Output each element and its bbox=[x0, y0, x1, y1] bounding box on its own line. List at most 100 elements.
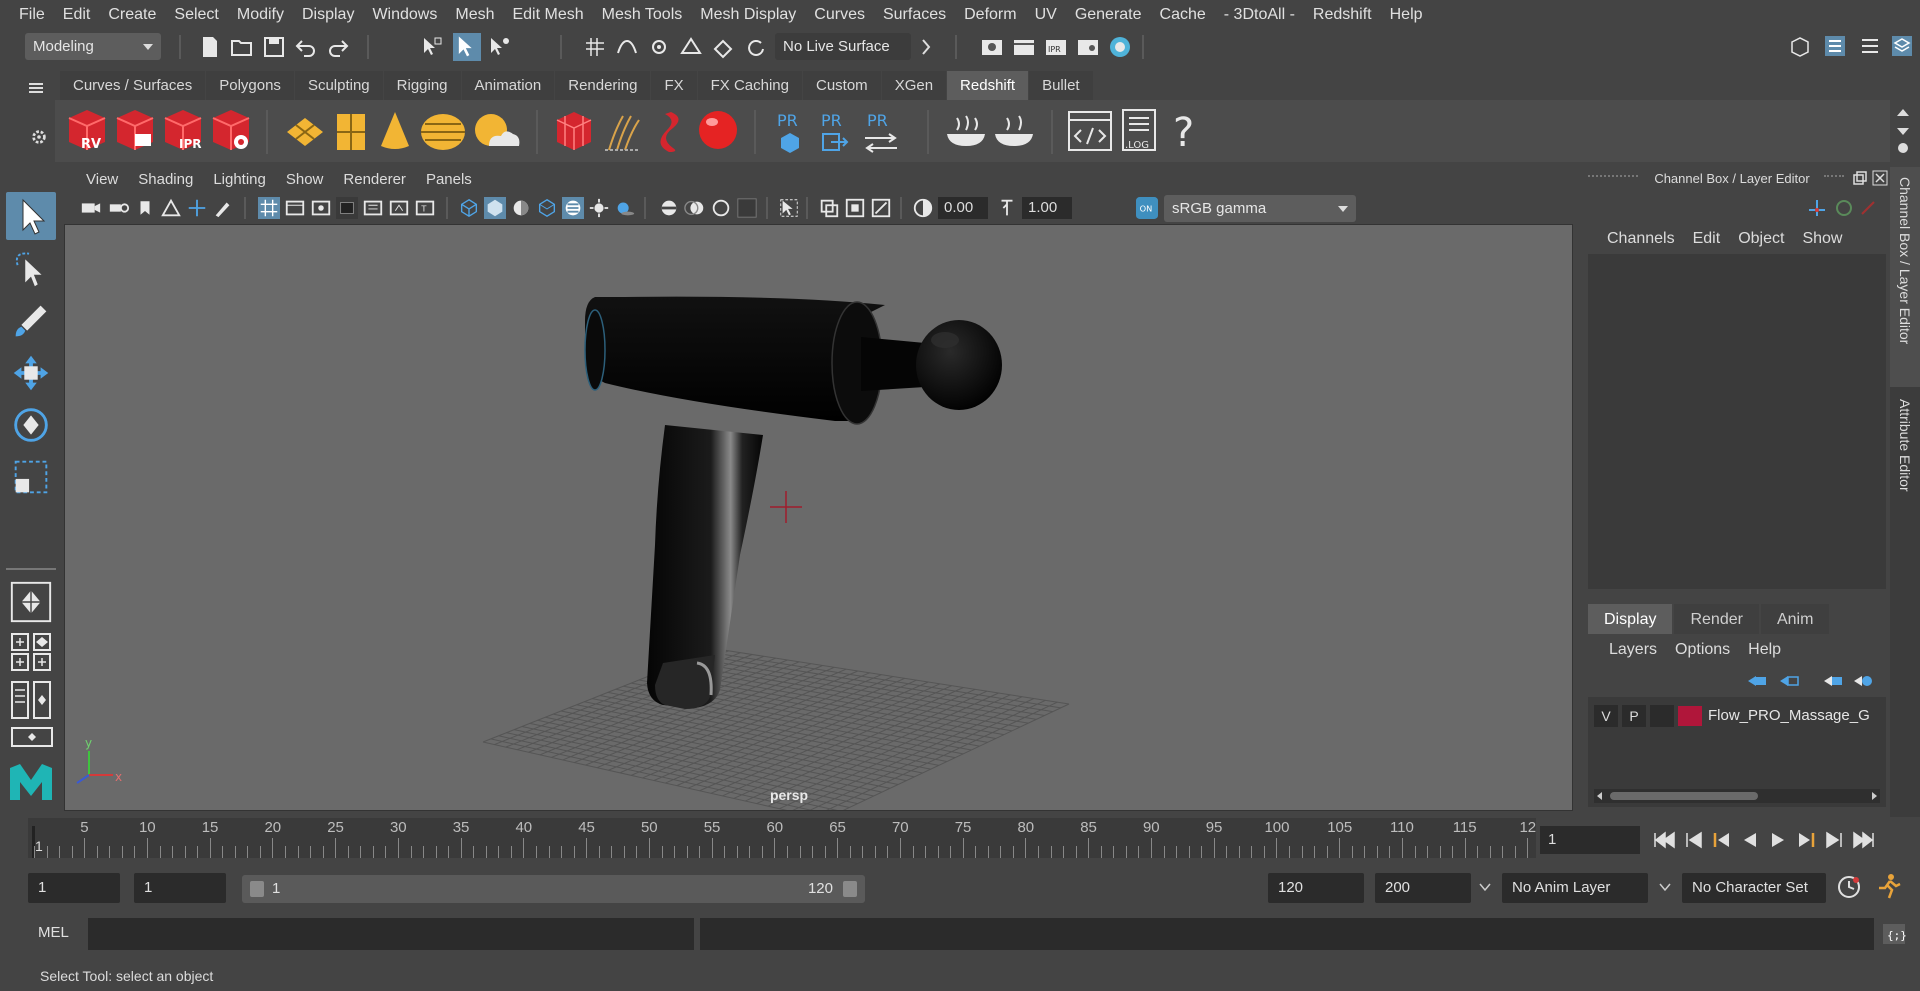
camera-attributes-icon[interactable] bbox=[108, 196, 130, 220]
chevron-right-icon[interactable] bbox=[920, 35, 932, 59]
lasso-tool-icon[interactable] bbox=[8, 246, 54, 292]
redshift-batch-render-icon[interactable] bbox=[113, 106, 157, 154]
shelf-settings-button[interactable] bbox=[30, 128, 48, 146]
command-language-label[interactable]: MEL bbox=[38, 924, 69, 941]
layer-menu-layers[interactable]: Layers bbox=[1600, 641, 1666, 659]
camera-icon[interactable] bbox=[80, 196, 102, 220]
redshift-render-view-icon[interactable] bbox=[1108, 35, 1132, 59]
tab-display[interactable]: Display bbox=[1588, 604, 1673, 634]
safe-action-icon[interactable] bbox=[388, 196, 410, 220]
step-back-key-icon[interactable] bbox=[1712, 830, 1732, 850]
hyper-icon[interactable] bbox=[1858, 198, 1878, 218]
anim-end-field[interactable]: 200 bbox=[1375, 873, 1471, 903]
select-tool-button[interactable] bbox=[6, 192, 56, 240]
redshift-pr-export-icon[interactable]: PR bbox=[817, 108, 851, 156]
viewport-menu-panels[interactable]: Panels bbox=[416, 171, 482, 188]
motion-blur-icon[interactable] bbox=[684, 196, 706, 220]
grease-pencil-icon[interactable] bbox=[212, 196, 234, 220]
bookmark-icon[interactable] bbox=[136, 196, 154, 220]
snap-to-view-plane-icon[interactable] bbox=[679, 35, 703, 59]
redshift-hair-icon[interactable] bbox=[601, 110, 643, 154]
use-all-lights-icon[interactable] bbox=[588, 196, 610, 220]
layer-menu-options[interactable]: Options bbox=[1666, 641, 1739, 659]
menu-create[interactable]: Create bbox=[99, 6, 165, 24]
undo-icon[interactable] bbox=[294, 35, 318, 59]
shelf-scroll[interactable] bbox=[1893, 104, 1913, 156]
redshift-pr-object-icon[interactable]: PR bbox=[773, 108, 807, 156]
workspace-icon[interactable] bbox=[1788, 34, 1812, 58]
massage-gun-battery-cap[interactable] bbox=[655, 655, 715, 709]
scroll-right-icon[interactable] bbox=[1868, 790, 1880, 802]
tab-sculpting[interactable]: Sculpting bbox=[294, 71, 383, 100]
tab-fx-caching[interactable]: FX Caching bbox=[697, 71, 802, 100]
redshift-pr-swap-icon[interactable]: PR bbox=[861, 108, 901, 156]
redshift-bake-icon[interactable] bbox=[943, 110, 989, 152]
screen-space-ao-icon[interactable] bbox=[658, 196, 680, 220]
shelf-menu-button[interactable] bbox=[26, 78, 46, 100]
char-set-chevron-down-icon[interactable] bbox=[1658, 880, 1672, 894]
menu-surfaces[interactable]: Surfaces bbox=[874, 6, 955, 24]
channel-box-menu-channels[interactable]: Channels bbox=[1598, 230, 1684, 248]
move-layer-down-icon[interactable] bbox=[1778, 672, 1800, 690]
perspective-viewport[interactable]: y x persp bbox=[64, 224, 1573, 811]
menu-uv[interactable]: UV bbox=[1026, 6, 1066, 24]
viewport-menu-lighting[interactable]: Lighting bbox=[203, 171, 276, 188]
xray-joints-icon[interactable] bbox=[870, 196, 892, 220]
depth-of-field-icon[interactable] bbox=[736, 196, 758, 220]
snap-to-curve-icon[interactable] bbox=[615, 35, 639, 59]
safe-title-icon[interactable]: T bbox=[414, 196, 436, 220]
graph-layout-icon[interactable] bbox=[10, 726, 54, 748]
menu-windows[interactable]: Windows bbox=[363, 6, 446, 24]
tab-custom[interactable]: Custom bbox=[803, 71, 881, 100]
tab-rigging[interactable]: Rigging bbox=[383, 71, 461, 100]
symmetry-icon[interactable] bbox=[743, 35, 767, 59]
menu-edit[interactable]: Edit bbox=[54, 6, 100, 24]
tab-animation[interactable]: Animation bbox=[461, 71, 555, 100]
film-gate-icon[interactable] bbox=[284, 196, 306, 220]
tab-fx[interactable]: FX bbox=[651, 71, 697, 100]
viewport-menu-shading[interactable]: Shading bbox=[128, 171, 203, 188]
tab-rendering[interactable]: Rendering bbox=[555, 71, 651, 100]
redshift-volume-icon[interactable] bbox=[649, 108, 689, 154]
live-surface-field[interactable]: No Live Surface bbox=[775, 33, 911, 60]
snap-to-grid-icon[interactable] bbox=[583, 35, 607, 59]
tab-redshift[interactable]: Redshift bbox=[947, 71, 1029, 100]
xray-active-components-icon[interactable] bbox=[844, 196, 866, 220]
float-panel-icon[interactable] bbox=[1852, 170, 1868, 186]
tab-xgen[interactable]: XGen bbox=[881, 71, 947, 100]
single-perspective-view-icon[interactable] bbox=[8, 580, 54, 624]
redshift-spot-light-icon[interactable] bbox=[375, 108, 415, 154]
mode-dropdown[interactable]: Modeling bbox=[25, 33, 161, 60]
layer-hscrollbar[interactable] bbox=[1594, 789, 1880, 803]
four-view-layout-icon[interactable] bbox=[10, 632, 54, 672]
redshift-material-ball-icon[interactable] bbox=[695, 108, 741, 154]
gate-mask-icon[interactable] bbox=[336, 196, 358, 220]
menu-file[interactable]: File bbox=[10, 6, 54, 24]
anim-layer-field[interactable]: No Anim Layer bbox=[1502, 873, 1648, 903]
anim-layer-chevron-down-icon[interactable] bbox=[1478, 880, 1492, 894]
default-material-icon[interactable] bbox=[510, 196, 532, 220]
step-forward-key-icon[interactable] bbox=[1796, 830, 1816, 850]
make-live-icon[interactable] bbox=[711, 35, 735, 59]
step-forward-icon[interactable] bbox=[1824, 830, 1844, 850]
tab-render[interactable]: Render bbox=[1674, 604, 1759, 634]
render-frame-icon[interactable] bbox=[1012, 35, 1036, 59]
menu-deform[interactable]: Deform bbox=[955, 6, 1025, 24]
redshift-ies-light-icon[interactable] bbox=[419, 110, 467, 154]
tab-bullet[interactable]: Bullet bbox=[1029, 71, 1093, 100]
menu-select[interactable]: Select bbox=[165, 6, 227, 24]
move-layer-up-icon[interactable] bbox=[1746, 672, 1768, 690]
anti-aliasing-icon[interactable] bbox=[710, 196, 732, 220]
color-space-dropdown[interactable]: sRGB gamma bbox=[1164, 195, 1356, 222]
speed-icon[interactable] bbox=[1834, 198, 1854, 218]
redshift-portal-light-icon[interactable] bbox=[333, 110, 369, 154]
hypershade-icon[interactable] bbox=[1076, 35, 1100, 59]
two-d-pan-icon[interactable] bbox=[186, 196, 208, 220]
grid-toggle-icon[interactable] bbox=[258, 196, 280, 220]
tab-anim[interactable]: Anim bbox=[1760, 604, 1830, 634]
redo-icon[interactable] bbox=[326, 35, 350, 59]
menu-curves[interactable]: Curves bbox=[805, 6, 874, 24]
massage-gun-head[interactable] bbox=[916, 320, 1002, 410]
end-time-field[interactable]: 120 bbox=[1268, 873, 1364, 903]
auto-key-icon[interactable] bbox=[1836, 874, 1862, 900]
